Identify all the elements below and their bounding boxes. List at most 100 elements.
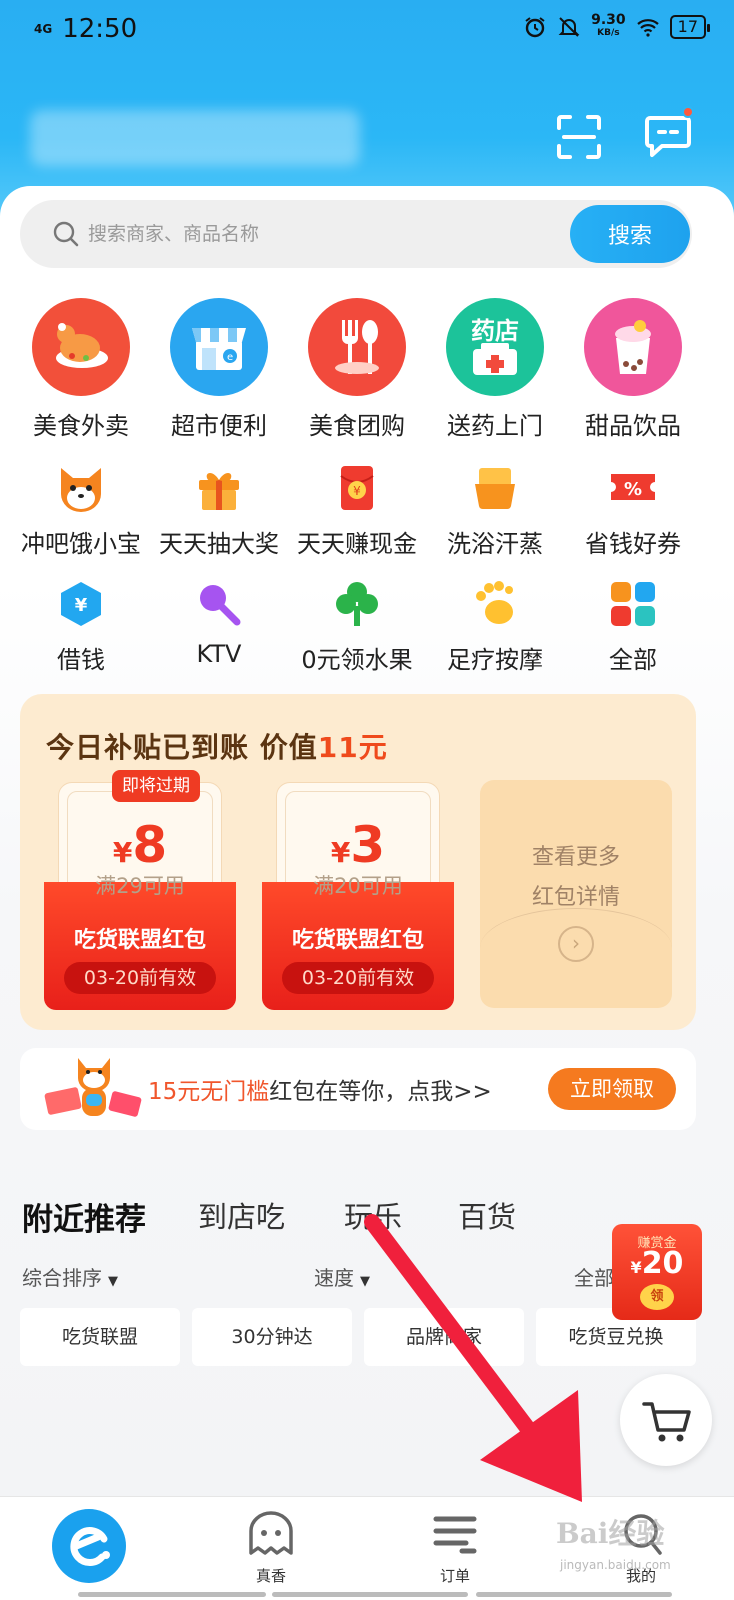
expiring-badge: 即将过期 xyxy=(112,770,200,802)
category-medicine[interactable]: 药店 送药上门 xyxy=(420,298,570,441)
shiba-mascot-icon xyxy=(44,1058,142,1117)
svg-text:e: e xyxy=(227,352,233,363)
eleme-home-icon xyxy=(52,1509,126,1583)
coupon-card[interactable]: ¥8 满29可用 吃货联盟红包 03-20前有效 xyxy=(44,782,236,1010)
microphone-icon xyxy=(191,576,247,632)
bubble-tea-icon xyxy=(584,298,682,396)
wifi-icon xyxy=(636,19,659,37)
category-shiba[interactable]: 冲吧饿小宝 xyxy=(6,460,156,559)
roast-chicken-icon xyxy=(32,298,130,396)
coupon-card[interactable]: ¥3 满20可用 吃货联盟红包 03-20前有效 xyxy=(262,782,454,1010)
sort-default[interactable]: 综合排序 ▼ xyxy=(22,1262,118,1291)
category-ktv[interactable]: KTV xyxy=(144,576,294,668)
alarm-icon xyxy=(525,17,545,38)
category-free-fruit[interactable]: 0元领水果 xyxy=(282,576,432,675)
category-label: 冲吧饿小宝 xyxy=(21,530,141,558)
coupon-name: 吃货联盟红包 xyxy=(291,928,424,953)
watermark-url: jingyan.baidu.com xyxy=(560,1558,671,1572)
gesture-bar xyxy=(78,1592,266,1597)
nav-orders[interactable]: 订单 xyxy=(380,1497,530,1600)
filter-chip[interactable]: 30分钟达 xyxy=(192,1308,352,1366)
cutlery-icon xyxy=(308,298,406,396)
claim-button[interactable]: 立即领取 xyxy=(548,1068,676,1110)
category-desserts[interactable]: 甜品饮品 xyxy=(558,298,708,441)
chevron-right-icon: › xyxy=(558,926,594,962)
caret-down-icon: ▼ xyxy=(108,1274,118,1289)
coupon-validity: 03-20前有效 xyxy=(64,962,216,994)
scan-icon[interactable] xyxy=(556,114,602,160)
tree-icon xyxy=(329,576,385,632)
pharmacy-icon: 药店 xyxy=(446,298,544,396)
coupon-name: 吃货联盟红包 xyxy=(73,928,206,953)
floating-red-packet[interactable]: 赚赏金 ¥20 领 xyxy=(612,1224,702,1320)
filter-chip[interactable]: 品牌商家 xyxy=(364,1308,524,1366)
category-label: 省钱好券 xyxy=(585,530,681,558)
category-label: 送药上门 xyxy=(447,412,543,440)
svg-text:%: % xyxy=(624,479,642,500)
category-coupons[interactable]: % 省钱好券 xyxy=(558,460,708,559)
status-bar: 4G 12:50 9.30 KB/s 17 xyxy=(0,0,734,60)
category-lottery[interactable]: 天天抽大奖 xyxy=(144,460,294,559)
battery-indicator: 17 xyxy=(669,15,711,39)
gesture-bar xyxy=(476,1592,672,1597)
store-icon: e xyxy=(170,298,268,396)
search-input[interactable]: 搜索商家、商品名称 xyxy=(88,220,259,248)
shopping-cart-icon xyxy=(642,1402,691,1442)
coupon-ticket-icon: % xyxy=(605,460,661,516)
tab-nearby[interactable]: 附近推荐 xyxy=(22,1194,146,1239)
coupon-amount: ¥3 xyxy=(330,816,386,874)
sort-speed[interactable]: 速度 ▼ xyxy=(314,1262,370,1291)
category-food-delivery[interactable]: 美食外卖 xyxy=(6,298,156,441)
ghost-icon xyxy=(249,1511,293,1555)
category-label: 美食外卖 xyxy=(33,412,129,440)
search-icon xyxy=(53,221,79,247)
subsidy-card[interactable]: 今日补贴已到账 价值11元 ¥8 满29可用 吃货联盟红包 03-20前有效 即… xyxy=(20,694,696,1030)
nav-zhenxiang[interactable]: 真香 xyxy=(196,1497,346,1600)
category-loan[interactable]: ¥ 借钱 xyxy=(6,576,156,675)
category-earn-cash[interactable]: ¥ 天天赚现金 xyxy=(282,460,432,559)
gesture-bar xyxy=(272,1592,468,1597)
coupon-condition: 满29可用 xyxy=(95,874,185,898)
category-label: 0元领水果 xyxy=(301,646,413,674)
gift-box-icon xyxy=(191,460,247,516)
category-bath[interactable]: 洗浴汗蒸 xyxy=(420,460,570,559)
red-envelope-icon: ¥ xyxy=(329,460,385,516)
more-coupons-button[interactable]: 查看更多 红包详情 › xyxy=(480,780,672,1008)
category-label: 天天赚现金 xyxy=(297,530,417,558)
red-packet-amount: ¥20 xyxy=(630,1246,684,1281)
category-supermarket[interactable]: e 超市便利 xyxy=(144,298,294,441)
promo-banner[interactable]: 15元无门槛红包在等你，点我>> 立即领取 xyxy=(20,1048,696,1130)
category-all[interactable]: 全部 xyxy=(558,576,708,675)
sort-all[interactable]: 全部 xyxy=(574,1262,614,1291)
shiba-dog-icon xyxy=(53,460,109,516)
yuan-hexagon-icon: ¥ xyxy=(53,576,109,632)
watermark-logo: Bai经验 xyxy=(556,1517,665,1550)
search-button[interactable]: 搜索 xyxy=(570,205,690,263)
caret-down-icon: ▼ xyxy=(360,1274,370,1289)
signal-icon: 4G xyxy=(34,22,53,36)
category-label: 超市便利 xyxy=(171,412,267,440)
category-label: 甜品饮品 xyxy=(585,412,681,440)
message-icon[interactable] xyxy=(644,112,692,160)
more-coupons-label: 查看更多 红包详情 xyxy=(531,845,620,910)
tab-department[interactable]: 百货 xyxy=(458,1194,516,1236)
location-selector[interactable] xyxy=(30,110,360,166)
category-label: 天天抽大奖 xyxy=(159,530,279,558)
category-massage[interactable]: 足疗按摩 xyxy=(420,576,570,675)
cart-button[interactable] xyxy=(620,1374,712,1466)
filter-chip[interactable]: 吃货联盟 xyxy=(20,1308,180,1366)
tab-entertainment[interactable]: 玩乐 xyxy=(344,1194,402,1236)
footprint-icon xyxy=(467,576,523,632)
category-group-buy[interactable]: 美食团购 xyxy=(282,298,432,441)
nav-home[interactable] xyxy=(0,1497,150,1600)
coupon-amount: ¥8 xyxy=(112,816,168,874)
category-label: 美食团购 xyxy=(309,412,405,440)
tab-dine-in[interactable]: 到店吃 xyxy=(198,1194,285,1236)
svg-text:¥: ¥ xyxy=(353,484,361,498)
bath-tub-icon xyxy=(467,460,523,516)
status-time: 12:50 xyxy=(62,14,138,44)
search-bar[interactable]: 搜索商家、商品名称 搜索 xyxy=(20,200,692,268)
promo-text: 15元无门槛红包在等你，点我>> xyxy=(148,1079,492,1105)
coupon-validity: 03-20前有效 xyxy=(282,962,434,994)
svg-text:¥: ¥ xyxy=(75,595,88,616)
